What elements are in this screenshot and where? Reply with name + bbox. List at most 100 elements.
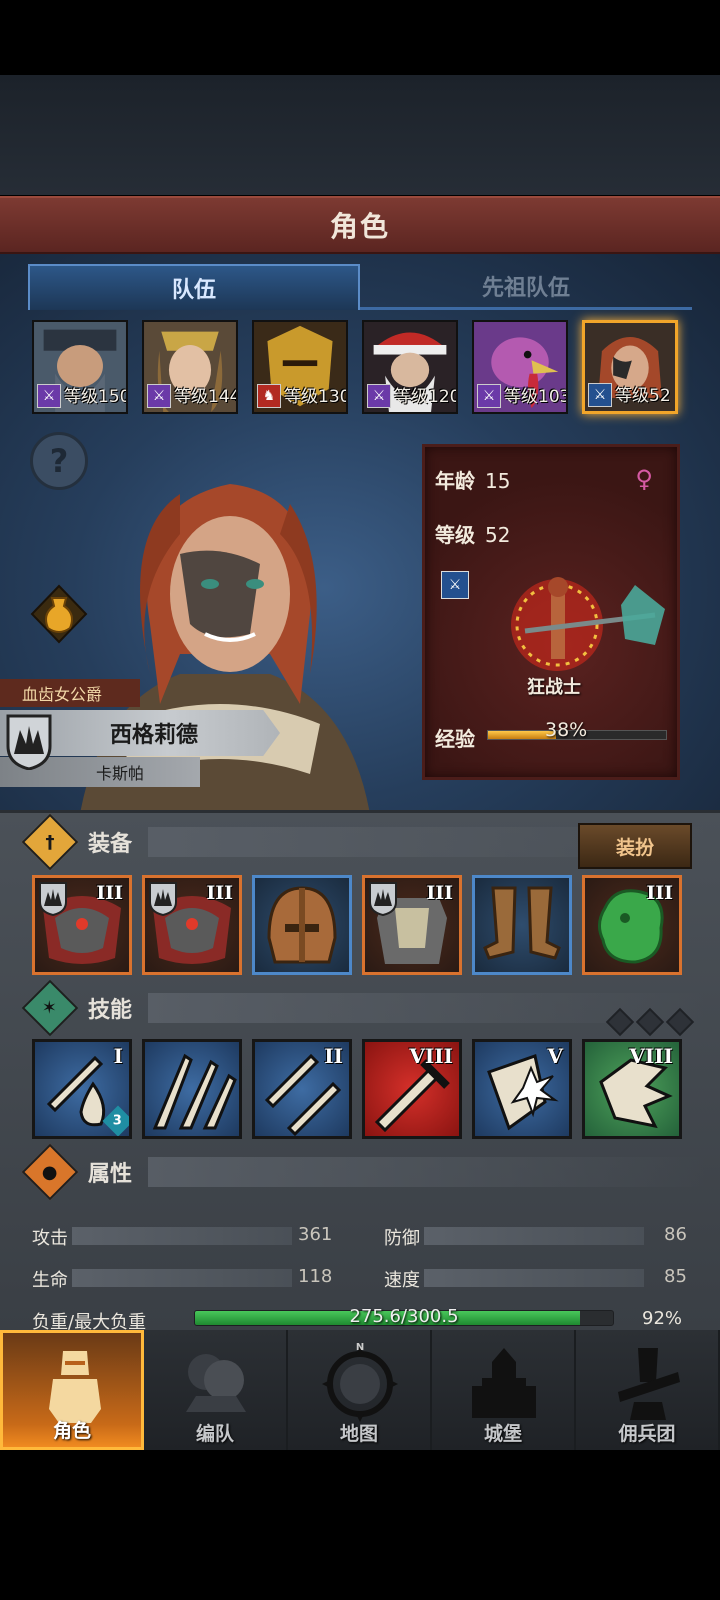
equipment-slot-4[interactable]: III bbox=[362, 875, 462, 975]
sword-badge-icon: ⚔ bbox=[588, 383, 612, 407]
mercenary-icon bbox=[618, 1348, 680, 1420]
sword-class-icon: ⚔ bbox=[441, 571, 469, 599]
nav-map[interactable]: N 地图 bbox=[288, 1330, 432, 1450]
tier-label: VIII bbox=[409, 1044, 453, 1068]
weapon-badge-icon: ⚔ bbox=[37, 384, 61, 408]
speed-value: 85 bbox=[664, 1266, 687, 1287]
knight-icon bbox=[49, 1351, 101, 1423]
party-member-4[interactable]: ⚔ 等级120 bbox=[362, 320, 458, 414]
tier-label: I bbox=[113, 1044, 123, 1068]
party-member-1[interactable]: ⚔ 等级150 bbox=[32, 320, 128, 414]
character-info-card: 年龄 15 ♀ 等级 52 ⚔ 狂战士 经验 38% bbox=[422, 444, 680, 780]
equipment-title: 装备 bbox=[88, 832, 133, 857]
party-member-3[interactable]: ♞ 等级130 bbox=[252, 320, 348, 414]
faction-shield-icon bbox=[6, 714, 52, 770]
skill-slot-4[interactable]: VIII bbox=[362, 1039, 462, 1139]
equipment-slot-2[interactable]: III bbox=[142, 875, 242, 975]
formation-icon bbox=[186, 1354, 246, 1412]
skills-title: 技能 bbox=[88, 998, 133, 1023]
character-title: 血齿女公爵 bbox=[0, 679, 140, 707]
castle-icon bbox=[472, 1348, 536, 1418]
skill-slot-1[interactable]: I 3 bbox=[32, 1039, 132, 1139]
equipment-slot-5[interactable] bbox=[472, 875, 572, 975]
attack-stat: 攻击 361 bbox=[32, 1224, 336, 1249]
hp-label: 生命 bbox=[32, 1270, 68, 1291]
skill-slot-3[interactable]: II bbox=[252, 1039, 352, 1139]
stat-bar bbox=[72, 1269, 292, 1287]
nav-label: 角色 bbox=[52, 1420, 91, 1442]
age-label: 年龄 bbox=[435, 469, 475, 493]
tier-label: II bbox=[324, 1044, 343, 1068]
nav-label: 编队 bbox=[195, 1423, 234, 1445]
attributes-header: ● 属性 bbox=[21, 1143, 706, 1201]
female-gender-icon: ♀ bbox=[635, 465, 653, 493]
tab-party[interactable]: 队伍 bbox=[28, 264, 360, 310]
weapon-badge-icon: ⚔ bbox=[477, 384, 501, 408]
stat-bar bbox=[424, 1227, 644, 1245]
claw-slash-icon bbox=[152, 1053, 237, 1130]
weapon-badge-icon: ⚔ bbox=[367, 384, 391, 408]
party-member-6-selected[interactable]: ⚔ 等级52 bbox=[582, 320, 678, 414]
nav-character[interactable]: 角色 bbox=[0, 1330, 144, 1450]
hp-value: 118 bbox=[298, 1266, 333, 1287]
equipment-slot-6[interactable]: III bbox=[582, 875, 682, 975]
attack-label: 攻击 bbox=[32, 1228, 68, 1249]
star-burst-icon: ✶ bbox=[21, 979, 79, 1037]
bottom-nav: 角色 编队 N 地图 城堡 佣兵团 bbox=[0, 1330, 720, 1450]
party-level: 等级130 bbox=[284, 387, 348, 407]
skill-slots: I 3 II VIII V VIII bbox=[32, 1039, 692, 1139]
age-value: 15 bbox=[485, 469, 511, 493]
party-member-2[interactable]: ⚔ 等级144 bbox=[142, 320, 238, 414]
flask-icon: ● bbox=[21, 1143, 79, 1201]
skill-page-dot bbox=[635, 1007, 665, 1037]
weight-percent: 92% bbox=[642, 1308, 683, 1329]
dagger-icon: † bbox=[21, 813, 79, 871]
tier-label: III bbox=[96, 882, 123, 904]
skills-header: ✶ 技能 bbox=[21, 979, 706, 1037]
equipment-slot-1[interactable]: III bbox=[32, 875, 132, 975]
skill-slot-5[interactable]: V bbox=[472, 1039, 572, 1139]
bottom-area bbox=[0, 1450, 720, 1600]
nav-formation[interactable]: 编队 bbox=[144, 1330, 288, 1450]
exp-percent: 38% bbox=[545, 719, 588, 741]
level-row: 等级 52 bbox=[435, 519, 510, 548]
faction-mini-shield-icon bbox=[149, 882, 177, 916]
speed-stat: 速度 85 bbox=[384, 1266, 690, 1291]
level-label: 等级 bbox=[435, 523, 475, 547]
skill-slot-2[interactable] bbox=[142, 1039, 242, 1139]
party-member-5[interactable]: ⚔ 等级103 bbox=[472, 320, 568, 414]
skill-slot-6[interactable]: VIII bbox=[582, 1039, 682, 1139]
nav-label: 地图 bbox=[339, 1423, 378, 1445]
dress-up-button[interactable]: 装扮 bbox=[578, 823, 692, 869]
class-name: 狂战士 bbox=[527, 677, 581, 698]
exp-label: 经验 bbox=[435, 727, 475, 751]
nav-mercenary[interactable]: 佣兵团 bbox=[576, 1330, 720, 1450]
nav-castle[interactable]: 城堡 bbox=[432, 1330, 576, 1450]
status-bar-area bbox=[0, 0, 720, 75]
horse-badge-icon: ♞ bbox=[257, 384, 281, 408]
party-level: 等级144 bbox=[174, 387, 238, 407]
skill-page-dot bbox=[605, 1007, 635, 1037]
party-portraits: ⚔ 等级150 ⚔ 等级144 ♞ 等级130 ⚔ 等级120 ⚔ 等级103 … bbox=[32, 320, 692, 414]
weight-stat: 负重/最大负重 bbox=[32, 1308, 192, 1333]
weapon-badge-icon: ⚔ bbox=[147, 384, 171, 408]
tab-ancestor-party[interactable]: 先祖队伍 bbox=[360, 264, 692, 310]
equipment-slots: III III III III bbox=[32, 875, 692, 975]
hp-stat: 生命 118 bbox=[32, 1266, 336, 1291]
tier-label: III bbox=[206, 882, 233, 904]
tier-label: III bbox=[426, 882, 453, 904]
level-value: 52 bbox=[485, 523, 511, 547]
weight-percent-stat: 92% bbox=[642, 1308, 702, 1332]
skill-page-indicator bbox=[605, 1007, 695, 1037]
party-level: 等级150 bbox=[64, 387, 128, 407]
skill-charge-count: 3 bbox=[113, 1113, 123, 1129]
tier-label: VIII bbox=[629, 1044, 673, 1068]
faction-mini-shield-icon bbox=[369, 882, 397, 916]
defense-label: 防御 bbox=[384, 1228, 420, 1249]
boots-icon bbox=[483, 886, 561, 960]
defense-value: 86 bbox=[664, 1224, 687, 1245]
equipment-slot-3[interactable] bbox=[252, 875, 352, 975]
character-name: 西格莉德 bbox=[110, 723, 199, 748]
weight-label: 负重/最大负重 bbox=[32, 1312, 147, 1333]
nav-label: 佣兵团 bbox=[618, 1423, 676, 1445]
